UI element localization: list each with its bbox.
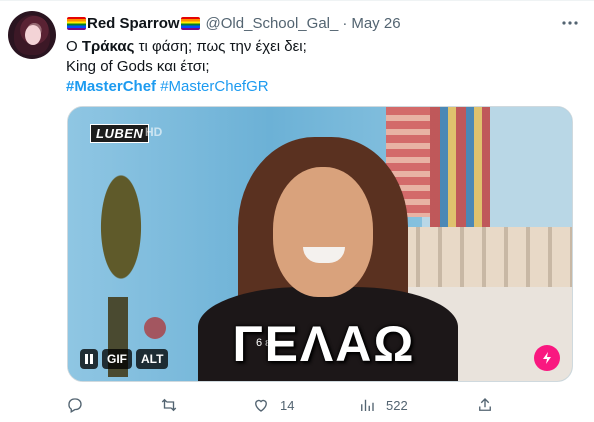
- text-prefix: Ο: [66, 38, 82, 55]
- share-icon: [476, 396, 494, 414]
- gif-media[interactable]: LUBEN HD 6 ετ ΓΕΛΑΩ GIF ALT: [67, 106, 573, 382]
- hashtag-masterchefgr[interactable]: #MasterChefGR: [160, 78, 268, 95]
- hashtag-masterchef[interactable]: #MasterChef: [66, 78, 156, 95]
- reply-icon: [66, 396, 84, 414]
- tweet-text-line-1: Ο Τράκας τι φάση; πως την έχει δει;: [66, 37, 566, 57]
- scene-jars: [398, 227, 572, 287]
- avatar[interactable]: [8, 11, 56, 59]
- tweet-hashtags: #MasterChef #MasterChefGR: [66, 77, 566, 97]
- text-suffix: τι φάση; πως την έχει δει;: [134, 38, 307, 55]
- bolt-icon[interactable]: [534, 345, 560, 371]
- avatar-face: [25, 25, 41, 45]
- user-handle[interactable]: @Old_School_Gal_: [206, 15, 339, 32]
- gif-caption: ΓΕΛΑΩ: [232, 316, 416, 372]
- tweet-card[interactable]: Red Sparrow @Old_School_Gal_ · May 26 Ο …: [0, 0, 594, 422]
- scene-plant: [86, 167, 156, 317]
- views-button[interactable]: 522: [358, 394, 408, 416]
- scene-poster: [430, 107, 490, 227]
- views-count: 522: [386, 397, 408, 413]
- tweet-header: Red Sparrow @Old_School_Gal_ · May 26: [66, 13, 401, 33]
- tweet-text: Ο Τράκας τι φάση; πως την έχει δει; King…: [66, 37, 566, 97]
- tweet-date[interactable]: May 26: [351, 15, 400, 32]
- like-icon: [252, 396, 270, 414]
- text-bold-name: Τράκας: [81, 38, 135, 55]
- like-count: 14: [280, 397, 295, 413]
- tweet-text-line-2: King of Gods και έτσι;: [66, 58, 210, 75]
- views-icon: [358, 396, 376, 414]
- pause-button[interactable]: [80, 349, 98, 369]
- alt-button[interactable]: ALT: [136, 349, 169, 369]
- retweet-button[interactable]: [160, 394, 188, 416]
- person-face: [273, 167, 373, 297]
- display-name[interactable]: Red Sparrow: [87, 15, 180, 32]
- pause-icon: [85, 354, 93, 364]
- action-bar: 14 522: [66, 394, 506, 416]
- channel-hd-label: HD: [145, 125, 163, 139]
- rainbow-flag-icon: [67, 16, 86, 30]
- like-button[interactable]: 14: [252, 394, 294, 416]
- separator-dot: ·: [342, 14, 348, 32]
- more-icon[interactable]: [560, 13, 580, 33]
- channel-logo: LUBEN: [90, 124, 150, 143]
- retweet-icon: [160, 396, 178, 414]
- rainbow-flag-icon: [180, 16, 200, 30]
- gif-badge: GIF: [102, 349, 132, 369]
- reply-button[interactable]: [66, 394, 94, 416]
- media-controls: GIF ALT: [80, 349, 169, 369]
- share-button[interactable]: [476, 394, 494, 416]
- red-badge-mark: [144, 317, 166, 339]
